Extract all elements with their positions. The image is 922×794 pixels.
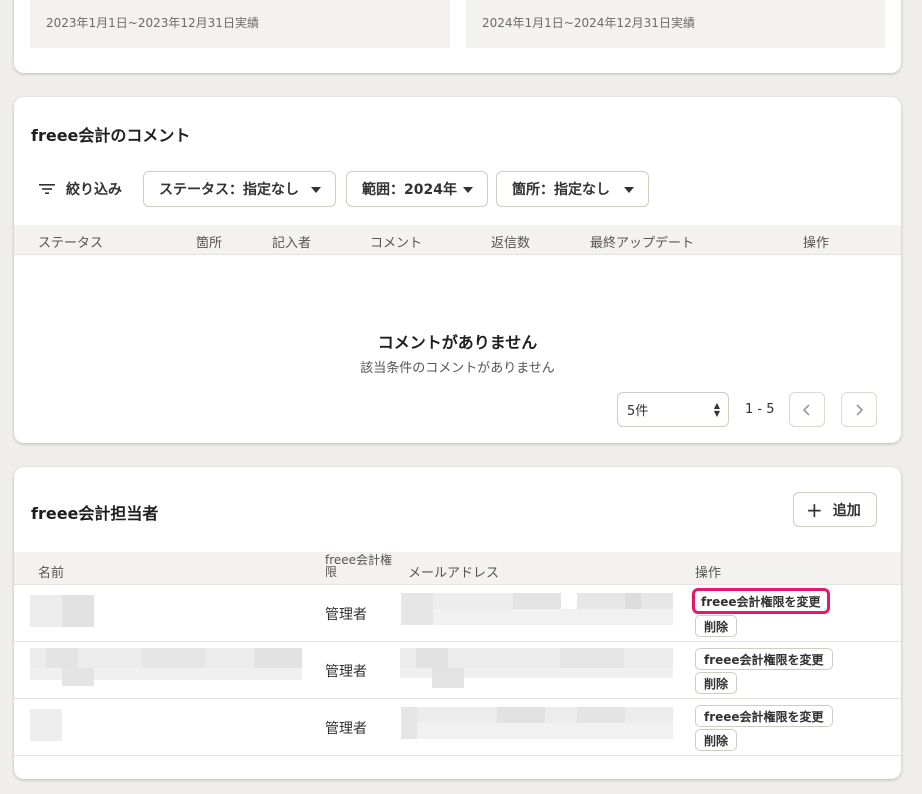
- add-member-button[interactable]: + 追加: [793, 492, 877, 527]
- redacted-name: [30, 595, 94, 627]
- per-page-select[interactable]: 5件 ▲ ▼: [617, 392, 729, 427]
- change-permission-button[interactable]: freee会計権限を変更: [695, 648, 833, 670]
- redacted-email: [401, 593, 673, 625]
- member-role: 管理者: [325, 607, 367, 623]
- place-filter-label: 箇所：指定なし: [512, 182, 610, 198]
- column-header-place: 箇所: [196, 236, 223, 251]
- redacted-name: [30, 648, 302, 686]
- status-filter-dropdown[interactable]: ステータス：指定なし: [143, 171, 336, 207]
- delete-member-button[interactable]: 削除: [695, 615, 738, 637]
- members-table-header: 名前 freee会計権限 メールアドレス 操作: [14, 552, 901, 585]
- select-arrows-icon: ▲ ▼: [713, 401, 720, 418]
- plus-icon: +: [806, 497, 823, 522]
- change-permission-button[interactable]: freee会計権限を変更: [695, 705, 833, 727]
- per-page-value: 5件: [627, 404, 649, 419]
- column-header-actions: 操作: [695, 566, 722, 581]
- filter-button[interactable]: 絞り込み: [38, 171, 122, 207]
- comments-table-header: ステータス 箇所 記入者 コメント 返信数 最終アップデート 操作: [14, 225, 901, 255]
- next-page-button[interactable]: [841, 392, 877, 427]
- delete-member-button[interactable]: 削除: [695, 729, 738, 751]
- caret-down-icon: [311, 187, 321, 193]
- column-header-author: 記入者: [272, 236, 312, 251]
- previous-page-button[interactable]: [789, 392, 825, 427]
- range-filter-dropdown[interactable]: 範囲：2024年: [346, 171, 488, 207]
- column-header-status: ステータス: [38, 236, 104, 251]
- member-row: 管理者 freee会計権限を変更 削除: [14, 699, 901, 756]
- member-role: 管理者: [325, 664, 367, 680]
- periods-card: 2023年1月1日~2023年12月31日実績 2024年1月1日~2024年1…: [14, 0, 901, 73]
- column-header-comment: コメント: [370, 236, 423, 251]
- period-2023-label: 2023年1月1日~2023年12月31日実績: [30, 0, 450, 48]
- comments-title: freee会計のコメント: [31, 126, 191, 145]
- comments-card: freee会計のコメント 絞り込み ステータス：指定なし 範囲：2024年 箇所…: [14, 97, 901, 443]
- place-filter-dropdown[interactable]: 箇所：指定なし: [496, 171, 649, 207]
- caret-down-icon: [624, 187, 634, 193]
- member-role: 管理者: [325, 721, 367, 737]
- redacted-name: [30, 709, 62, 741]
- filter-icon: [39, 184, 55, 194]
- column-header-email: メールアドレス: [408, 566, 500, 581]
- chevron-left-icon: [802, 403, 810, 416]
- range-filter-label: 範囲：2024年: [362, 182, 457, 198]
- column-header-last-update: 最終アップデート: [590, 236, 695, 251]
- empty-state-title: コメントがありません: [377, 333, 538, 352]
- empty-state-subtitle: 該当条件のコメントがありません: [360, 361, 555, 376]
- column-header-permission: freee会計権限: [325, 553, 393, 579]
- redacted-email: [400, 648, 673, 688]
- delete-member-button[interactable]: 削除: [695, 672, 738, 694]
- filter-label: 絞り込み: [66, 182, 122, 198]
- members-title: freee会計担当者: [31, 504, 159, 523]
- period-2024-label: 2024年1月1日~2024年12月31日実績: [466, 0, 885, 48]
- column-header-name: 名前: [38, 566, 65, 581]
- add-label: 追加: [832, 502, 861, 519]
- change-permission-button[interactable]: freee会計権限を変更: [692, 588, 830, 614]
- member-row: 管理者 freee会計権限を変更 削除: [14, 585, 901, 642]
- pagination-range: 1 - 5: [745, 402, 775, 417]
- caret-down-icon: [463, 187, 473, 193]
- status-filter-label: ステータス：指定なし: [159, 182, 299, 198]
- member-row: 管理者 freee会計権限を変更 削除: [14, 642, 901, 699]
- members-card: freee会計担当者 + 追加 名前 freee会計権限 メールアドレス 操作 …: [14, 467, 901, 779]
- column-header-actions: 操作: [803, 236, 830, 251]
- column-header-replies: 返信数: [491, 236, 531, 251]
- chevron-right-icon: [856, 403, 864, 416]
- redacted-email: [401, 707, 673, 739]
